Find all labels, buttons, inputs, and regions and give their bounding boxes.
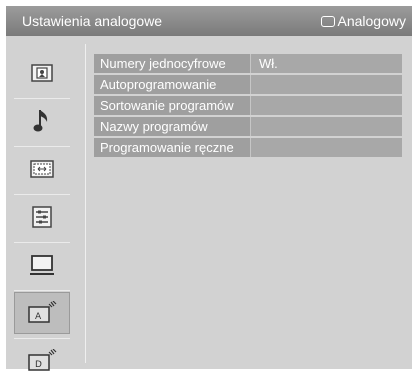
menu-item-label: Autoprogramowanie bbox=[100, 77, 217, 92]
settings-list-icon bbox=[32, 206, 52, 228]
svg-text:A: A bbox=[35, 312, 42, 322]
menu-item-value bbox=[250, 138, 402, 157]
menu-item-value bbox=[250, 75, 402, 94]
sidebar-divider bbox=[14, 194, 70, 195]
sidebar-item-monitor[interactable] bbox=[14, 244, 70, 286]
sidebar-item-analog-setup[interactable]: A bbox=[14, 292, 70, 334]
sidebar-item-sound[interactable] bbox=[14, 100, 70, 142]
page-title: Ustawienia analogowe bbox=[22, 13, 163, 29]
digital-setup-icon: D bbox=[28, 349, 57, 371]
screen-icon bbox=[30, 160, 54, 178]
sidebar-item-screen[interactable] bbox=[14, 148, 70, 190]
menu-item-value: Wł. bbox=[250, 54, 402, 73]
settings-menu: Numery jednocyfrowe Wł. Autoprogramowani… bbox=[94, 54, 402, 159]
settings-window: Ustawienia analogowe Analogowy A D Numer… bbox=[6, 6, 412, 371]
sidebar-divider bbox=[14, 146, 70, 147]
sidebar-item-settings[interactable] bbox=[14, 196, 70, 238]
menu-item-value bbox=[250, 96, 402, 115]
menu-item-program-names[interactable]: Nazwy programów bbox=[94, 117, 402, 136]
picture-icon bbox=[31, 64, 53, 82]
menu-item-value bbox=[250, 117, 402, 136]
input-source-label: Analogowy bbox=[337, 13, 407, 29]
menu-item-auto-programming[interactable]: Autoprogramowanie bbox=[94, 75, 402, 94]
menu-item-label: Sortowanie programów bbox=[100, 98, 234, 113]
sidebar: A D bbox=[6, 44, 86, 371]
monitor-icon bbox=[30, 255, 54, 275]
sidebar-item-digital-setup[interactable]: D bbox=[14, 340, 70, 382]
sidebar-divider bbox=[14, 290, 70, 291]
sidebar-divider bbox=[14, 242, 70, 243]
title-bar: Ustawienia analogowe Analogowy bbox=[6, 6, 412, 36]
svg-text:D: D bbox=[35, 360, 42, 370]
sidebar-divider-vertical bbox=[85, 44, 86, 363]
tv-source-icon bbox=[320, 15, 335, 27]
menu-item-label: Numery jednocyfrowe bbox=[100, 56, 226, 71]
input-source-indicator: Analogowy bbox=[320, 13, 407, 29]
sidebar-divider bbox=[14, 338, 70, 339]
menu-item-label: Nazwy programów bbox=[100, 119, 208, 134]
menu-item-single-digit-numbers[interactable]: Numery jednocyfrowe Wł. bbox=[94, 54, 402, 73]
music-note-icon bbox=[33, 110, 48, 132]
menu-item-manual-programming[interactable]: Programowanie ręczne bbox=[94, 138, 402, 157]
sidebar-item-picture[interactable] bbox=[14, 52, 70, 94]
analog-setup-icon: A bbox=[28, 301, 57, 323]
sidebar-divider bbox=[14, 98, 70, 99]
menu-item-label: Programowanie ręczne bbox=[100, 140, 234, 155]
menu-item-program-sorting[interactable]: Sortowanie programów bbox=[94, 96, 402, 115]
